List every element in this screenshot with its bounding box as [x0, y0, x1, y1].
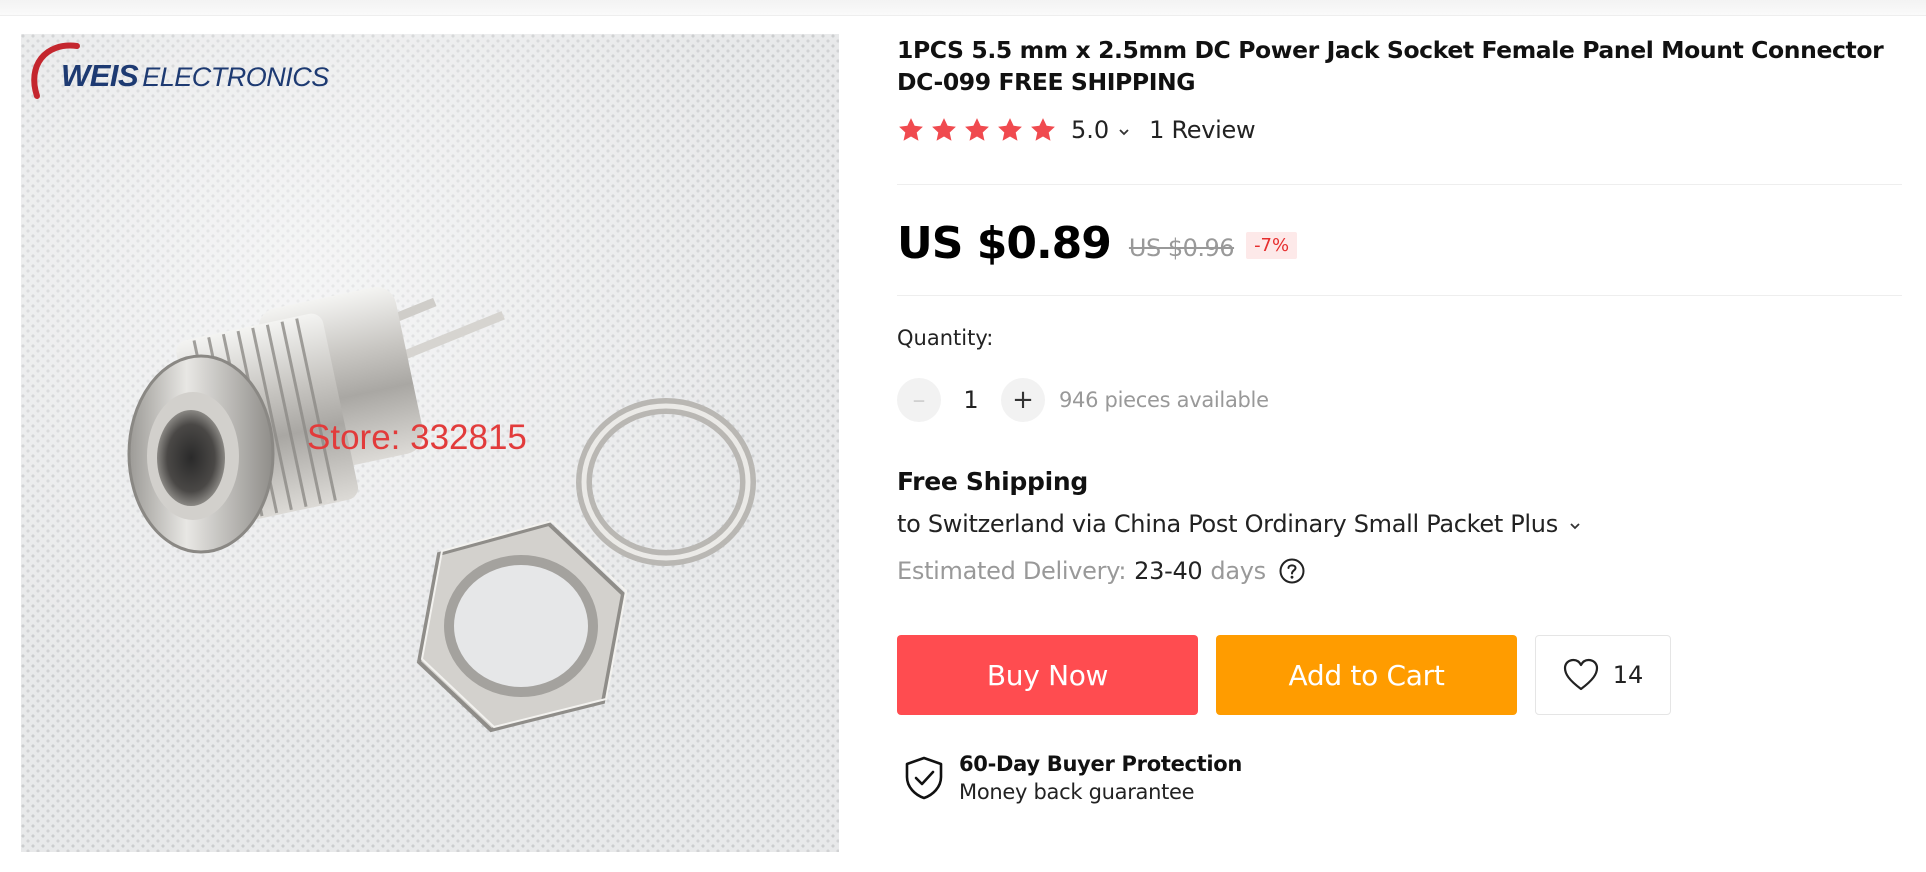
wishlist-count: 14 [1612, 661, 1644, 689]
delivery-unit: days [1210, 557, 1266, 585]
reviews-link[interactable]: 1 Review [1149, 116, 1255, 144]
protection-text: 60-Day Buyer Protection Money back guara… [959, 750, 1242, 806]
brand-main: WEIS [61, 58, 139, 93]
rating-row: 5.0 1 Review [897, 112, 1902, 148]
star-icon [932, 118, 956, 141]
brand-logo: WEIS ELECTRONICS [25, 38, 345, 108]
question-circle-icon[interactable] [1278, 557, 1306, 585]
divider [897, 184, 1902, 185]
shipping-selector[interactable]: to Switzerland via China Post Ordinary S… [897, 510, 1582, 538]
minus-icon: – [912, 385, 926, 415]
product-image[interactable]: WEIS ELECTRONICS Store: 332815 [21, 34, 839, 852]
store-watermark: Store: 332815 [307, 418, 527, 457]
star-icon [965, 118, 989, 141]
delivery-label: Estimated Delivery: [897, 557, 1127, 585]
top-bar [0, 0, 1926, 16]
original-price: US $0.96 [1128, 233, 1235, 262]
price-row: US $0.89 US $0.96 -7% [897, 218, 1298, 269]
current-price: US $0.89 [897, 218, 1112, 269]
product-title: 1PCS 5.5 mm x 2.5mm DC Power Jack Socket… [897, 36, 1884, 96]
buy-now-button[interactable]: Buy Now [897, 635, 1198, 715]
star-icon [998, 118, 1022, 141]
protection-title: 60-Day Buyer Protection [959, 752, 1243, 776]
protection-subtitle: Money back guarantee [959, 780, 1195, 804]
add-to-cart-button[interactable]: Add to Cart [1216, 635, 1517, 715]
plus-icon: + [1012, 385, 1034, 415]
chevron-down-icon[interactable] [1117, 125, 1131, 139]
delivery-value: 23-40 [1134, 557, 1203, 585]
rating-value[interactable]: 5.0 [1071, 116, 1109, 144]
star-icon [1031, 118, 1055, 141]
estimated-delivery: Estimated Delivery: 23-40 days [897, 557, 1306, 585]
product-info: 1PCS 5.5 mm x 2.5mm DC Power Jack Socket… [897, 34, 1902, 148]
quantity-increase-button[interactable]: + [1001, 378, 1045, 422]
wishlist-button[interactable]: 14 [1535, 635, 1671, 715]
heart-icon [1563, 658, 1598, 691]
quantity-stepper: – 1 + 946 pieces available [897, 378, 1269, 422]
rating-stars [897, 116, 1057, 144]
shipping-detail[interactable]: to Switzerland via China Post Ordinary S… [897, 510, 1558, 538]
brand-sub: ELECTRONICS [142, 62, 329, 92]
quantity-label: Quantity: [897, 326, 994, 350]
brand-name: WEIS ELECTRONICS [61, 58, 329, 94]
pieces-available: 946 pieces available [1059, 388, 1269, 412]
shield-check-icon [905, 756, 943, 800]
chevron-down-icon[interactable] [1568, 519, 1582, 533]
quantity-value[interactable]: 1 [941, 386, 1001, 414]
star-icon [899, 118, 923, 141]
shipping-title: Free Shipping [897, 467, 1088, 496]
buyer-protection: 60-Day Buyer Protection Money back guara… [903, 750, 1242, 806]
quantity-decrease-button[interactable]: – [897, 378, 941, 422]
discount-badge: -7% [1246, 231, 1298, 259]
divider [897, 295, 1902, 296]
